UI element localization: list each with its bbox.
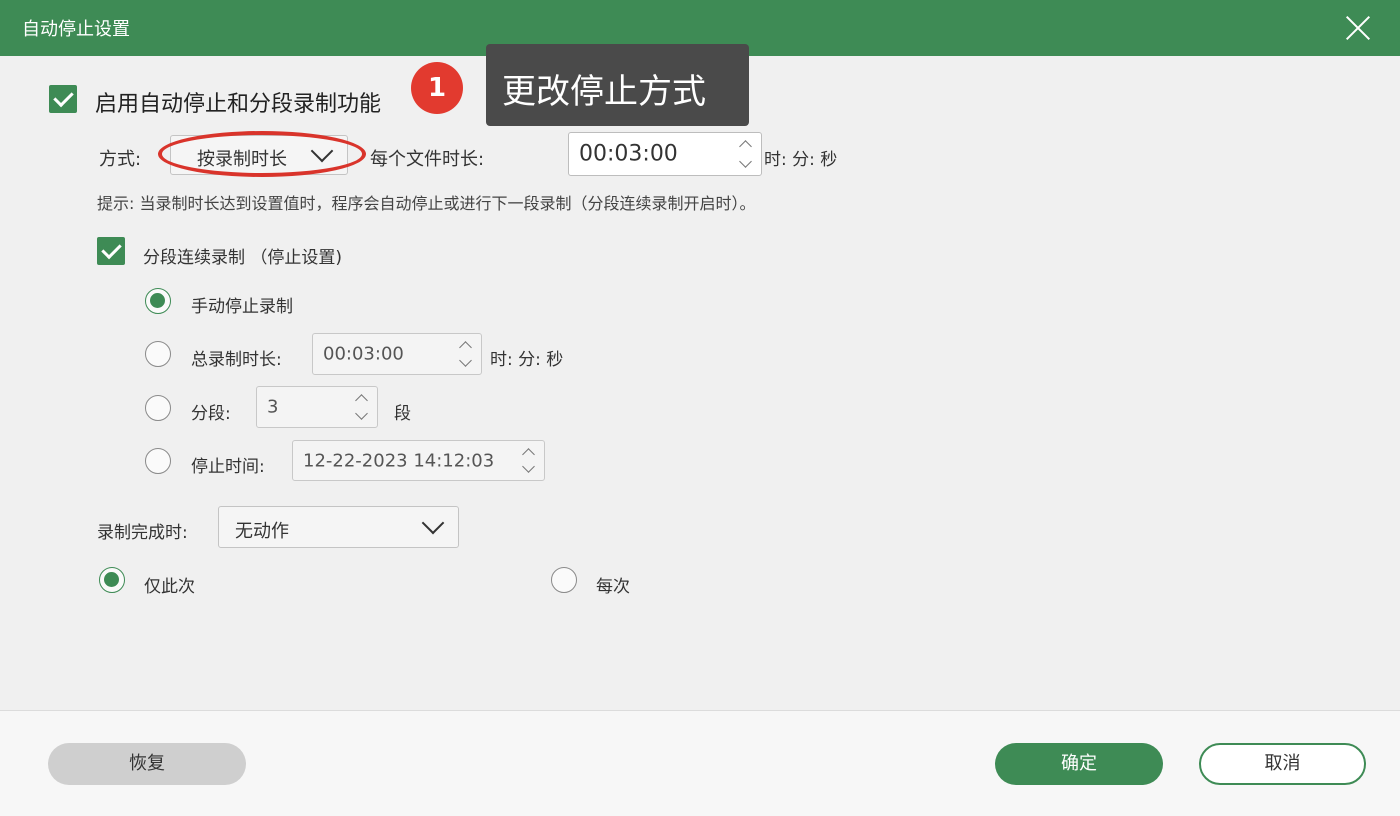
- total-duration-unit: 时: 分: 秒: [490, 350, 564, 370]
- enable-checkbox[interactable]: [49, 85, 77, 113]
- file-duration-unit: 时: 分: 秒: [764, 150, 838, 170]
- spinner-arrows-icon[interactable]: [520, 441, 538, 480]
- total-duration-value: 00:03:00: [323, 343, 404, 365]
- every-label: 每次: [596, 577, 630, 597]
- segments-radio[interactable]: [145, 395, 171, 421]
- segments-unit: 段: [394, 404, 411, 424]
- on-complete-value: 无动作: [235, 521, 289, 542]
- stop-time-value: 12-22-2023 14:12:03: [303, 450, 495, 471]
- spinner-arrows-icon[interactable]: [353, 387, 371, 427]
- manual-stop-label: 手动停止录制: [191, 297, 293, 317]
- stop-time-spinner[interactable]: 12-22-2023 14:12:03: [292, 440, 545, 481]
- spinner-arrows-icon[interactable]: [737, 133, 755, 175]
- file-duration-label: 每个文件时长:: [370, 149, 485, 170]
- stop-time-label: 停止时间:: [191, 457, 265, 477]
- file-duration-spinner[interactable]: 00:03:00: [568, 132, 762, 176]
- segments-spinner[interactable]: 3: [256, 386, 378, 428]
- step-number-badge: 1: [411, 62, 463, 114]
- once-label: 仅此次: [144, 577, 195, 597]
- total-duration-radio[interactable]: [145, 341, 171, 367]
- segments-label: 分段:: [191, 404, 231, 424]
- total-duration-label: 总录制时长:: [191, 350, 282, 370]
- window-title: 自动停止设置: [22, 19, 130, 40]
- callout-text: 更改停止方式: [502, 72, 706, 112]
- segment-checkbox[interactable]: [97, 237, 125, 265]
- manual-stop-radio[interactable]: [145, 288, 171, 314]
- hint-text: 提示: 当录制时长达到设置值时，程序会自动停止或进行下一段录制（分段连续录制开启…: [97, 194, 756, 213]
- enable-label: 启用自动停止和分段录制功能: [95, 92, 382, 117]
- segments-value: 3: [267, 396, 279, 418]
- on-complete-dropdown[interactable]: 无动作: [218, 506, 459, 548]
- highlight-ellipse: [158, 131, 366, 177]
- on-complete-label: 录制完成时:: [97, 523, 188, 543]
- every-radio[interactable]: [551, 567, 577, 593]
- close-icon[interactable]: [1338, 8, 1378, 48]
- restore-button[interactable]: 恢复: [48, 743, 246, 785]
- ok-button[interactable]: 确定: [995, 743, 1163, 785]
- file-duration-value: 00:03:00: [579, 141, 678, 167]
- stop-time-radio[interactable]: [145, 448, 171, 474]
- spinner-arrows-icon[interactable]: [457, 334, 475, 374]
- once-radio[interactable]: [99, 567, 125, 593]
- cancel-button[interactable]: 取消: [1199, 743, 1366, 785]
- callout-tooltip: 更改停止方式: [486, 44, 749, 126]
- mode-label: 方式:: [99, 149, 142, 170]
- segment-label: 分段连续录制 （停止设置): [143, 248, 343, 268]
- total-duration-spinner[interactable]: 00:03:00: [312, 333, 482, 375]
- chevron-down-icon: [421, 511, 445, 535]
